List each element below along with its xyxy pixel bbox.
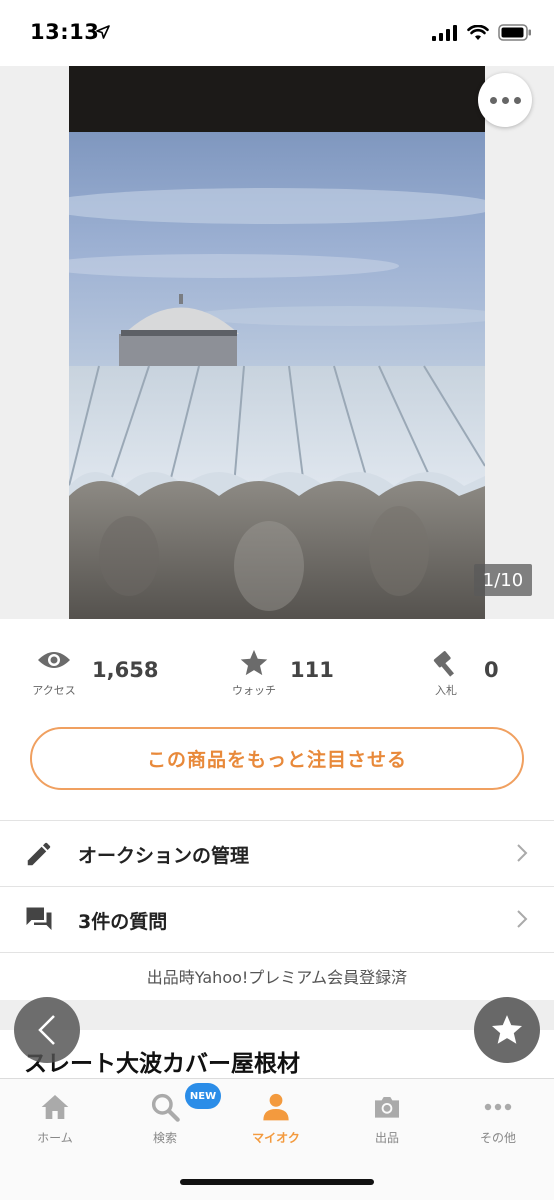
tab-my-auction[interactable]: マイオク (221, 1079, 331, 1149)
questions-row[interactable]: 3件の質問 (0, 887, 554, 952)
menu-label: オークションの管理 (78, 845, 250, 867)
tab-home[interactable]: ホーム (0, 1079, 110, 1149)
person-icon (221, 1091, 331, 1123)
star-icon (224, 648, 284, 682)
signal-icon (432, 24, 458, 45)
battery-icon (498, 24, 532, 45)
item-title-area: スレート大波カバー屋根材 (0, 1030, 554, 1080)
stat-caption: 入札 (435, 684, 457, 697)
tab-more[interactable]: その他 (443, 1079, 553, 1149)
section-separator (0, 1000, 554, 1030)
image-gallery[interactable]: 1/10 (0, 66, 554, 619)
item-stats: アクセス 1,658 ウォッチ 111 入札 0 (0, 640, 554, 704)
stat-bids: 入札 0 (416, 640, 526, 704)
stat-caption: ウォッチ (232, 684, 276, 697)
stat-value: 0 (484, 658, 499, 682)
tab-label: 出品 (374, 1131, 399, 1145)
eye-icon (24, 648, 84, 676)
bottom-tab-bar: ホーム NEW 検索 マイオク 出品 その他 (0, 1078, 554, 1166)
stat-value: 1,658 (92, 658, 159, 682)
watch-star-button[interactable] (474, 997, 540, 1063)
stat-value: 111 (290, 658, 334, 682)
tab-sell[interactable]: 出品 (332, 1079, 442, 1149)
premium-member-note: 出品時Yahoo!プレミアム会員登録済 (146, 968, 408, 987)
chevron-right-icon (516, 843, 528, 867)
more-options-button[interactable] (478, 73, 532, 127)
stat-access: アクセス 1,658 (24, 640, 174, 704)
chevron-left-icon (38, 1015, 55, 1045)
tab-label: その他 (479, 1131, 516, 1145)
home-icon (0, 1091, 110, 1123)
status-bar: 13:13 (0, 0, 554, 66)
image-page-counter: 1/10 (474, 564, 532, 596)
tab-label: ホーム (37, 1131, 73, 1145)
auction-management-row[interactable]: オークションの管理 (0, 821, 554, 886)
promote-item-button[interactable]: この商品をもっと注目させる (30, 727, 524, 790)
pencil-icon (24, 839, 54, 873)
menu-label: 3件の質問 (78, 911, 168, 933)
stat-watch: ウォッチ 111 (224, 640, 344, 704)
star-icon (491, 1015, 523, 1044)
chat-icon (24, 905, 54, 939)
camera-icon (332, 1091, 442, 1123)
tab-search[interactable]: NEW 検索 (110, 1079, 221, 1149)
new-badge: NEW (185, 1083, 221, 1109)
stat-caption: アクセス (32, 684, 76, 697)
chevron-right-icon (516, 909, 528, 933)
more-dots-icon (443, 1091, 553, 1123)
tab-label: 検索 (152, 1131, 177, 1145)
item-photo[interactable] (69, 66, 485, 619)
tab-label: マイオク (252, 1131, 300, 1145)
status-time: 13:13 (30, 20, 100, 44)
gavel-icon (416, 648, 476, 682)
location-arrow-icon (96, 24, 110, 43)
wifi-icon (467, 24, 489, 45)
home-indicator[interactable] (180, 1179, 374, 1185)
back-button[interactable] (14, 997, 80, 1063)
